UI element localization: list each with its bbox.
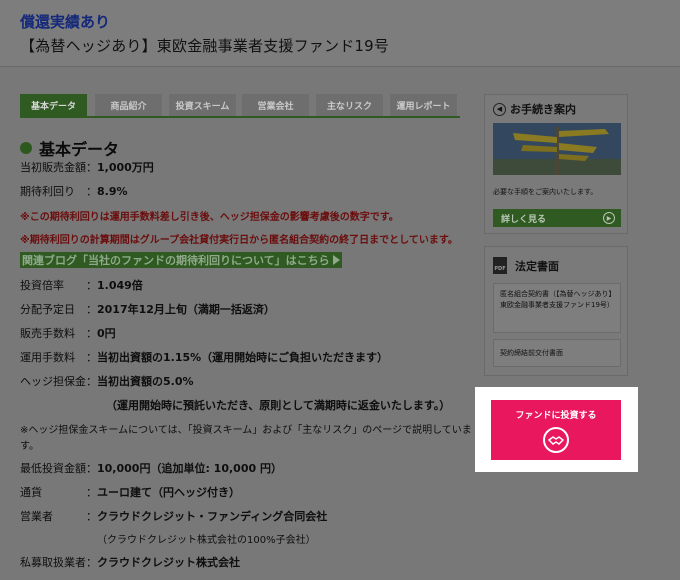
legal-title: 法定書面 [515,259,559,273]
multiple-row: 投資倍率 ：1.049倍 [20,277,143,293]
yield-period-note: ※期待利回りの計算期間はグループ会社貸付実行日から匿名組合契約の終了日までとして… [20,235,458,246]
bullet-dot-icon [20,142,32,154]
tab-bar: 基本データ 商品紹介 投資スキーム 営業会社 主なリスク 運用レポート [20,94,460,116]
hedge-scheme-note-cont: す。 [20,441,39,452]
invest-button-label: ファンドに投資する [515,411,597,421]
procedure-note: 必要な手順をご案内いたします。 [493,188,598,196]
sales-fee-value: 0円 [97,327,116,340]
mgmt-fee-value: 当初出資額の1.15%（運用開始時にご負担いただきます） [97,351,388,364]
legal-docs-panel: PDF 法定書面 匿名組合契約書（【為替ヘッジあり】東欧金融事業者支援ファンド1… [484,246,628,376]
expected-yield-row: 期待利回り ：8.9% [20,183,128,199]
tab-underline [20,116,460,118]
play-arrow-icon [332,255,340,265]
initial-amount-label: 当初販売金額： [20,161,97,174]
arrow-circle-icon: ◀ [493,102,506,116]
handler-value: クラウドクレジット株式会社 [97,556,240,569]
hedge-scheme-note: ※ヘッジ担保金スキームについては、「投資スキーム」および「主なリスク」のページで… [20,425,472,436]
handler-label: 私募取扱業者： [20,556,97,569]
details-button[interactable]: 詳しく見る ▶ [493,209,621,227]
operator-label: 営業者 ： [20,510,97,523]
operator-note: （クラウドクレジット株式会社の100%子会社） [97,535,316,546]
tab-investment-scheme[interactable]: 投資スキーム [169,94,236,116]
multiple-value: 1.049倍 [97,279,143,292]
pdf-icon: PDF [493,257,507,274]
procedure-title: お手続き案内 [510,103,576,116]
hedge-value: 当初出資額の5.0% [97,375,194,388]
min-invest-row: 最低投資金額：10,000円（追加単位: 10,000 円） [20,460,282,476]
blog-link-label: 関連ブログ「当社のファンドの期待利回りについて」はこちら [22,254,330,267]
tab-operation-report[interactable]: 運用レポート [390,94,457,116]
page-title: 【為替ヘッジあり】東欧金融事業者支援ファンド19号 [20,37,390,55]
min-invest-label: 最低投資金額： [20,462,97,475]
arrow-right-icon: ▶ [603,212,615,224]
distribution-label: 分配予定日 ： [20,303,97,316]
repaid-badge: 償還実績あり [20,13,111,31]
currency-label: 通貨 ： [20,486,97,499]
mgmt-fee-row: 運用手数料 ：当初出資額の1.15%（運用開始時にご負担いただきます） [20,349,388,365]
tab-product-intro[interactable]: 商品紹介 [95,94,162,116]
tab-main-risks[interactable]: 主なリスク [316,94,383,116]
doc-link-partnership-agreement[interactable]: 匿名組合契約書（【為替ヘッジあり】東欧金融事業者支援ファンド19号） [493,283,621,333]
blog-link[interactable]: 関連ブログ「当社のファンドの期待利回りについて」はこちら [20,252,342,268]
sales-fee-label: 販売手数料 ： [20,327,97,340]
divider [0,66,680,67]
yield-note: ※この期待利回りは運用手数料差し引き後、ヘッジ担保金の影響考慮後の数字です。 [20,212,399,223]
multiple-label: 投資倍率 ： [20,279,97,292]
hedge-label: ヘッジ担保金： [20,375,97,388]
handshake-icon [543,427,569,453]
currency-value: ユーロ建て（円ヘッジ付き） [97,486,240,499]
handler-row: 私募取扱業者：クラウドクレジット株式会社 [20,554,240,570]
signpost-image [493,123,621,175]
distribution-row: 分配予定日 ：2017年12月上旬（満期一括返済） [20,301,275,317]
procedure-heading: ◀ お手続き案内 [493,101,576,117]
expected-yield-value: 8.9% [97,185,128,198]
distribution-value: 2017年12月上旬（満期一括返済） [97,303,275,316]
sales-fee-row: 販売手数料 ：0円 [20,325,116,341]
expected-yield-label: 期待利回り ： [20,185,97,198]
hedge-row: ヘッジ担保金：当初出資額の5.0% [20,373,194,389]
procedure-panel: ◀ お手続き案内 必要な手順をご案内いたします。 詳しく見る ▶ [484,94,628,234]
operator-row: 営業者 ：クラウドクレジット・ファンディング合同会社 [20,508,327,524]
currency-row: 通貨 ：ユーロ建て（円ヘッジ付き） [20,484,240,500]
section-title: 基本データ [39,140,120,159]
legal-heading: PDF 法定書面 [493,257,559,274]
initial-amount-row: 当初販売金額：1,000万円 [20,159,154,175]
details-button-label: 詳しく見る [501,214,547,225]
min-invest-value: 10,000円（追加単位: 10,000 円） [97,462,282,475]
operator-value: クラウドクレジット・ファンディング合同会社 [97,510,328,523]
header: 償還実績あり 【為替ヘッジあり】東欧金融事業者支援ファンド19号 [0,0,680,66]
invest-button[interactable]: ファンドに投資する [491,400,621,460]
tab-operating-company[interactable]: 営業会社 [242,94,309,116]
tab-basic-data[interactable]: 基本データ [20,94,87,116]
hedge-refund-note: （運用開始時に預託いただき、原則として満期時に返金いたします。） [106,399,451,412]
section-heading: 基本データ [20,138,120,159]
doc-link-pre-contract[interactable]: 契約締結前交付書面 [493,339,621,367]
mgmt-fee-label: 運用手数料 ： [20,351,97,364]
initial-amount-value: 1,000万円 [97,161,154,174]
